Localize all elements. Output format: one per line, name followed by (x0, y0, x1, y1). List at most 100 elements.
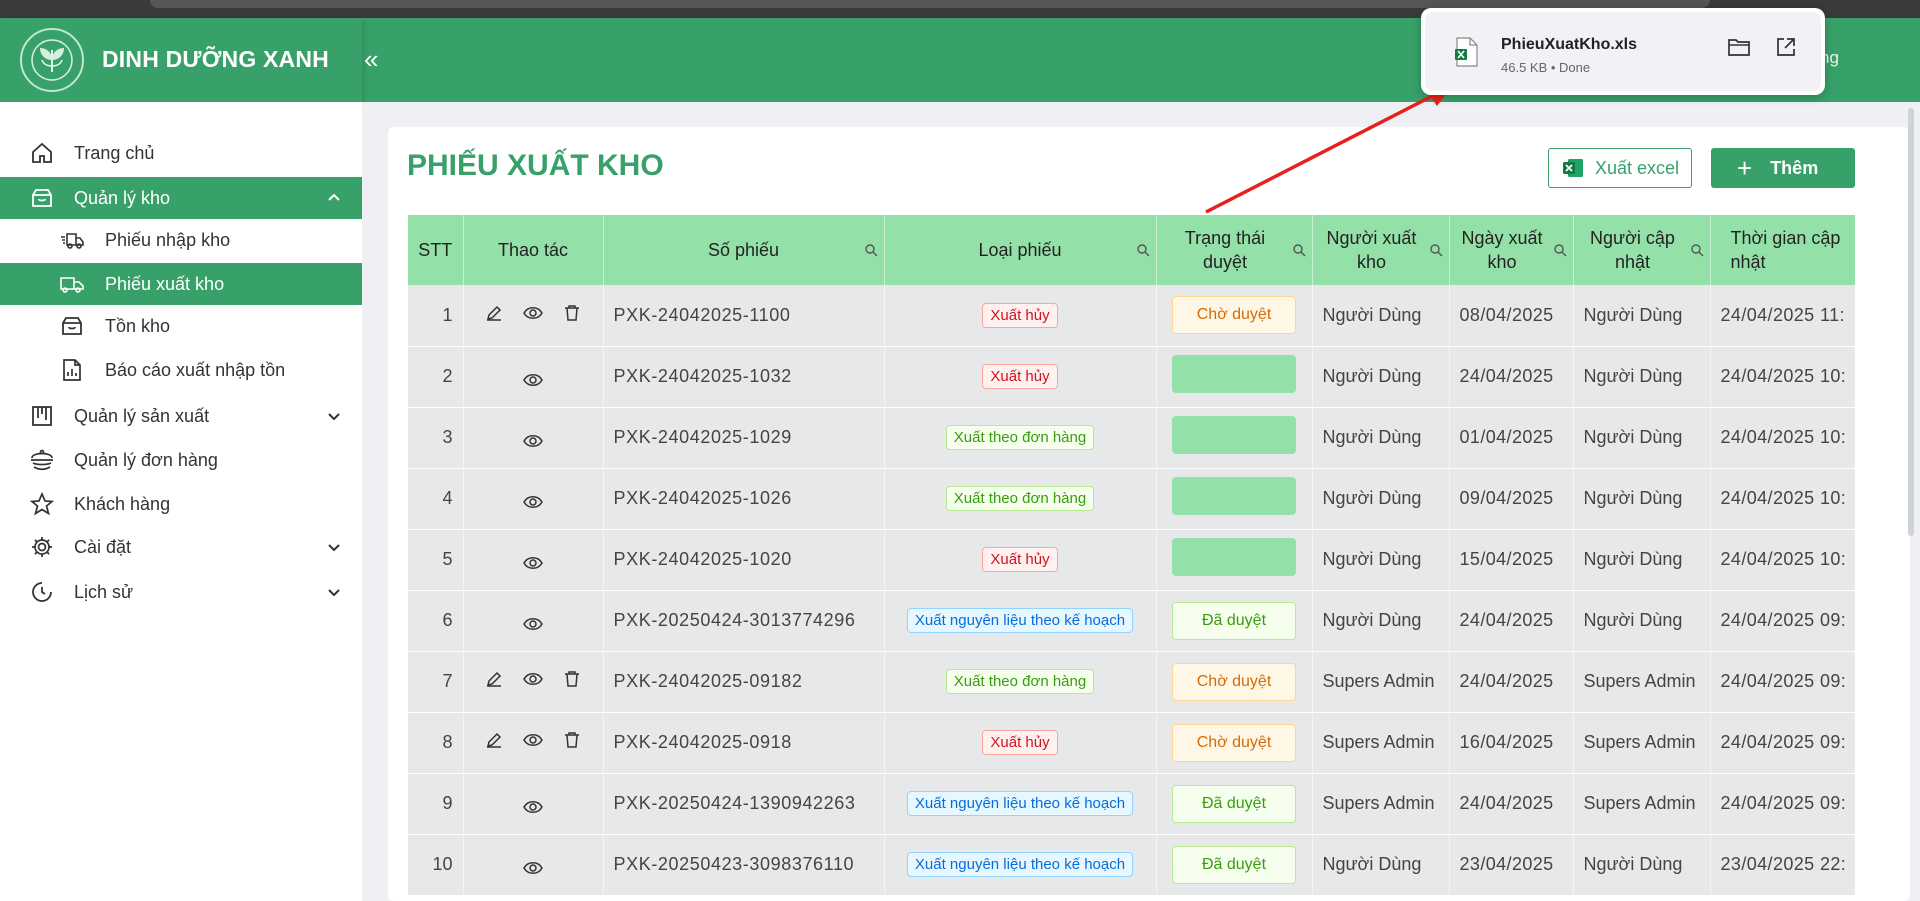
type-tag: Xuất hủy (982, 364, 1058, 389)
add-button[interactable]: + Thêm (1711, 148, 1855, 188)
star-icon (28, 490, 56, 518)
cell-exporter: Người Dùng (1312, 407, 1450, 469)
column-header: Thao tác (463, 215, 604, 285)
view-icon[interactable] (523, 859, 543, 877)
sidebar-item-label: Báo cáo xuất nhập tồn (105, 359, 286, 380)
view-icon[interactable] (523, 371, 543, 389)
excel-icon (1563, 159, 1583, 177)
download-meta: 46.5 KB • Done (1501, 60, 1591, 75)
view-icon[interactable] (523, 731, 543, 749)
cell-stt: 1 (408, 285, 464, 347)
cell-stt: 10 (408, 834, 464, 896)
cell-code: PXK-24042025-1020 (603, 529, 885, 591)
cell-status: Chờ duyệt (1156, 285, 1313, 347)
table-row[interactable]: 5 PXK-24042025-1020 Xuất hủy Người Dùng 15/0… (408, 529, 1855, 591)
column-header[interactable]: Người xuất kho (1312, 215, 1450, 285)
table-row[interactable]: 9 PXK-20250424-1390942263 Xuất nguyên liệu… (408, 773, 1855, 835)
orders-icon (28, 446, 56, 474)
view-icon[interactable] (523, 304, 543, 322)
cell-exporter: Người Dùng (1312, 468, 1450, 530)
table-row[interactable]: 7 PXK-24042025-09182 Xuất theo đơn hàng Chờ… (408, 651, 1855, 713)
edit-icon[interactable] (485, 670, 503, 688)
view-icon[interactable] (523, 432, 543, 450)
sidebar-item-report[interactable]: Báo cáo xuất nhập tồn (0, 349, 362, 391)
table-row[interactable]: 10 PXK-20250423-3098376110 Xuất nguyên liệ… (408, 834, 1855, 896)
cell-date: 01/04/2025 (1449, 407, 1574, 469)
sidebar-item-import[interactable]: Phiếu nhập kho (0, 219, 362, 261)
search-icon[interactable] (1292, 243, 1306, 257)
delete-icon[interactable] (563, 670, 581, 688)
open-external-icon[interactable] (1775, 36, 1797, 58)
cell-exporter: Người Dùng (1312, 590, 1450, 652)
search-icon[interactable] (1553, 243, 1567, 257)
view-icon[interactable] (523, 798, 543, 816)
cell-updated: 24/04/2025 10: (1710, 407, 1855, 469)
brand-name[interactable]: DINH DƯỠNG XANH (102, 46, 329, 73)
sidebar-item-label: Tồn kho (105, 315, 171, 336)
delete-icon[interactable] (563, 304, 581, 322)
content-card: PHIẾU XUẤT KHO Xuất excel + Thêm STT Tha… (388, 127, 1910, 901)
view-icon[interactable] (523, 554, 543, 572)
column-header[interactable]: Người cập nhật (1573, 215, 1711, 285)
cell-type: Xuất nguyên liệu theo kế hoạch (884, 590, 1157, 652)
truck-in-icon (58, 226, 86, 254)
cell-type: Xuất hủy (884, 346, 1157, 408)
cell-type: Xuất hủy (884, 529, 1157, 591)
folder-icon[interactable] (1727, 36, 1751, 58)
export-excel-button[interactable]: Xuất excel (1548, 148, 1692, 188)
sidebar-item-label: Trang chủ (74, 142, 155, 163)
column-header: Thời gian cập nhật (1710, 215, 1855, 285)
sidebar-item-export[interactable]: Phiếu xuất kho (0, 263, 362, 305)
column-header: STT (408, 215, 464, 285)
sidebar-item-inventory[interactable]: Tồn kho (0, 305, 362, 347)
search-icon[interactable] (1429, 243, 1443, 257)
export-excel-label: Xuất excel (1595, 157, 1680, 178)
cell-stt: 2 (408, 346, 464, 408)
table-row[interactable]: 8 PXK-24042025-0918 Xuất hủy Chờ duyệt Super… (408, 712, 1855, 774)
search-icon[interactable] (1136, 243, 1150, 257)
sidebar-item-label: Quản lý đơn hàng (74, 449, 218, 470)
column-header[interactable]: Trạng thái duyệt (1156, 215, 1313, 285)
sidebar-item-history[interactable]: Lịch sử (0, 571, 362, 613)
download-item[interactable]: PhieuXuatKho.xls 46.5 KB • Done (1425, 12, 1821, 91)
sidebar-item-home[interactable]: Trang chủ (0, 132, 362, 174)
table-row[interactable]: 2 PXK-24042025-1032 Xuất hủy Người Dùng 24/0… (408, 346, 1855, 408)
cell-updater: Người Dùng (1573, 407, 1711, 469)
chevron-up-icon (328, 193, 340, 201)
cell-actions (463, 773, 604, 835)
download-filename[interactable]: PhieuXuatKho.xls (1501, 36, 1637, 54)
table-row[interactable]: 1 PXK-24042025-1100 Xuất hủy Chờ duyệt Người… (408, 285, 1855, 347)
cell-updater: Supers Admin (1573, 712, 1711, 774)
cell-updater: Người Dùng (1573, 468, 1711, 530)
sidebar-item-orders[interactable]: Quản lý đơn hàng (0, 439, 362, 481)
view-icon[interactable] (523, 670, 543, 688)
table-row[interactable]: 6 PXK-20250424-3013774296 Xuất nguyên liệu… (408, 590, 1855, 652)
sidebar-item-settings[interactable]: Cài đặt (0, 526, 362, 568)
sidebar-item-customers[interactable]: Khách hàng (0, 483, 362, 525)
search-icon[interactable] (864, 243, 878, 257)
view-icon[interactable] (523, 493, 543, 511)
chevron-down-icon (328, 544, 340, 552)
delete-icon[interactable] (563, 731, 581, 749)
cell-updater: Người Dùng (1573, 529, 1711, 591)
cell-date: 23/04/2025 (1449, 834, 1574, 896)
sidebar-item-warehouse[interactable]: Quản lý kho (0, 177, 362, 219)
status-badge: Đã duyệt (1172, 845, 1296, 884)
edit-icon[interactable] (485, 731, 503, 749)
column-header[interactable]: Số phiếu (603, 215, 885, 285)
column-header[interactable]: Loại phiếu (884, 215, 1157, 285)
collapse-sidebar-icon[interactable]: « (364, 44, 378, 75)
column-header[interactable]: Ngày xuất kho (1449, 215, 1574, 285)
edit-icon[interactable] (485, 304, 503, 322)
download-popup: PhieuXuatKho.xls 46.5 KB • Done (1421, 8, 1825, 95)
report-icon (58, 356, 86, 384)
view-icon[interactable] (523, 615, 543, 633)
cell-stt: 7 (408, 651, 464, 713)
table-row[interactable]: 3 PXK-24042025-1029 Xuất theo đơn hàng Ngườ… (408, 407, 1855, 469)
table-row[interactable]: 4 PXK-24042025-1026 Xuất theo đơn hàng Ngườ… (408, 468, 1855, 530)
page-scrollbar[interactable] (1908, 108, 1914, 536)
sidebar-item-production[interactable]: Quản lý sản xuất (0, 395, 362, 437)
cell-type: Xuất hủy (884, 712, 1157, 774)
leaf-logo-icon[interactable] (20, 28, 84, 92)
search-icon[interactable] (1690, 243, 1704, 257)
